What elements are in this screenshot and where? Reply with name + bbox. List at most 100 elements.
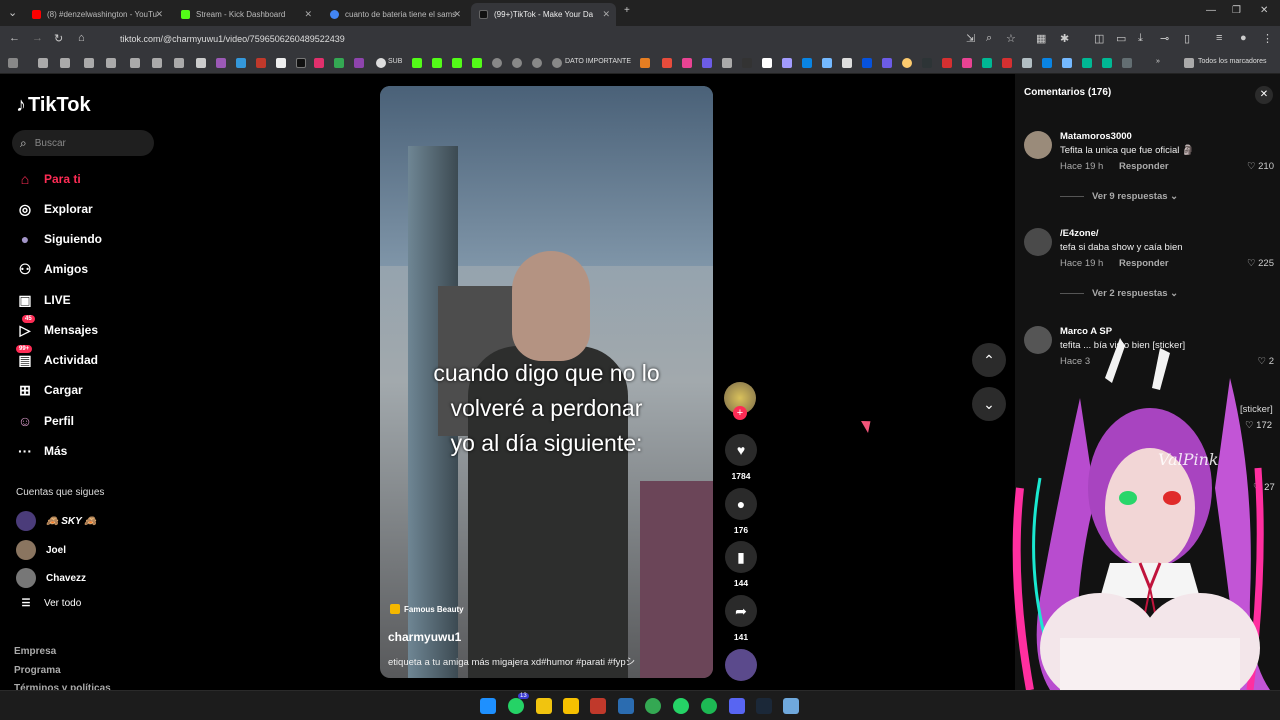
kick-bookmark-icon[interactable] <box>452 58 462 68</box>
folder-icon[interactable] <box>130 58 140 68</box>
tab-youtube[interactable]: (8) #denzelwashington - YouTu ✕ <box>24 3 169 26</box>
video-player[interactable]: cuando digo que no lo volveré a perdonar… <box>380 86 713 678</box>
folder-icon[interactable] <box>60 58 70 68</box>
tab-tiktok[interactable]: (99+)TikTok - Make Your Da ✕ <box>471 3 616 26</box>
drive-icon[interactable] <box>334 58 344 68</box>
minimize-icon[interactable]: — <box>1206 5 1216 16</box>
folder-icon[interactable] <box>1184 58 1194 68</box>
link-icon[interactable]: ⊸ <box>1160 32 1169 45</box>
nav-actividad[interactable]: ▤ 99+ Actividad <box>16 345 98 369</box>
discord-icon[interactable] <box>729 698 745 714</box>
bookmark-icon[interactable] <box>822 58 832 68</box>
folder-icon[interactable] <box>152 58 162 68</box>
bookmark-icon[interactable] <box>662 58 672 68</box>
forward-icon[interactable]: → <box>32 32 43 44</box>
url-field[interactable]: tiktok.com/@charmyuwu1/video/75965062604… <box>104 29 954 49</box>
save-action[interactable]: ▮ 144 <box>724 541 758 588</box>
extensions-icon[interactable]: ✱ <box>1060 32 1069 45</box>
chrome-icon[interactable] <box>645 698 661 714</box>
like-action[interactable]: ♥ 1784 <box>724 434 758 481</box>
notepad-icon[interactable] <box>783 698 799 714</box>
bookmark-icon[interactable] <box>552 58 562 68</box>
comment-action[interactable]: ● 176 <box>724 488 758 535</box>
bookmark-icon[interactable] <box>782 58 792 68</box>
sticky-notes-icon[interactable] <box>536 698 552 714</box>
media-icon[interactable]: ≡ <box>1216 32 1222 44</box>
whatsapp-icon[interactable] <box>673 698 689 714</box>
avatar[interactable] <box>1024 131 1052 159</box>
comment-like[interactable]: ♡ 225 <box>1247 258 1274 269</box>
close-tab-icon[interactable]: ✕ <box>304 9 312 20</box>
bookmark-icon[interactable] <box>902 58 912 68</box>
zoom-icon[interactable]: ⌕ <box>986 32 992 45</box>
spotify-icon[interactable] <box>701 698 717 714</box>
nav-amigos[interactable]: ⚇ Amigos <box>16 260 88 278</box>
bookmark-icon[interactable] <box>1002 58 1012 68</box>
sidepanel-icon[interactable]: ▯ <box>1184 32 1190 45</box>
download-icon[interactable]: ⤓ <box>1138 32 1143 45</box>
footer-programa[interactable]: Programa <box>14 665 61 676</box>
new-tab-icon[interactable]: + <box>624 5 630 16</box>
bookmark-sub[interactable]: SUB <box>388 58 402 65</box>
bookmark-icon[interactable] <box>862 58 872 68</box>
nav-mas[interactable]: ··· Más <box>16 442 67 460</box>
heart-icon[interactable]: ♥ <box>725 434 757 466</box>
bookmark-icon[interactable] <box>882 58 892 68</box>
bookmark-icon[interactable] <box>1102 58 1112 68</box>
extension3-icon[interactable]: ▭ <box>1116 32 1126 45</box>
comment-icon[interactable]: ● <box>725 488 757 520</box>
reply-button[interactable]: Responder <box>1119 161 1169 172</box>
bookmark-icon[interactable] <box>1082 58 1092 68</box>
bookmark-icon[interactable] <box>962 58 972 68</box>
bookmark-dato[interactable]: DATO IMPORTANTE <box>565 58 631 65</box>
bookmark-icon[interactable] <box>640 58 650 68</box>
share-action[interactable]: ➦ 141 <box>724 595 758 642</box>
see-all-following[interactable]: ☰ Ver todo <box>16 598 82 609</box>
footer-empresa[interactable]: Empresa <box>14 646 56 657</box>
bookmark-icon[interactable] <box>802 58 812 68</box>
video-username[interactable]: charmyuwu1 <box>388 630 461 644</box>
app-icon[interactable] <box>618 698 634 714</box>
whatsapp-taskbar-icon[interactable] <box>508 698 524 714</box>
bookmark-icon[interactable] <box>236 58 246 68</box>
share-icon[interactable]: ➦ <box>725 595 757 627</box>
bookmark-icon[interactable] <box>492 58 502 68</box>
comment-like[interactable]: ♡ 210 <box>1247 161 1274 172</box>
close-window-icon[interactable]: ✕ <box>1260 5 1268 16</box>
back-icon[interactable]: ← <box>9 32 20 44</box>
bookmark-icon[interactable] <box>512 58 522 68</box>
nav-siguiendo[interactable]: ● Siguiendo <box>16 230 102 248</box>
following-account[interactable]: 🙈 SKY 🙈 <box>16 511 97 531</box>
menu-icon[interactable]: ⋮ <box>1262 32 1273 45</box>
folder-icon[interactable] <box>106 58 116 68</box>
bookmark-icon[interactable] <box>1042 58 1052 68</box>
bookmark-icon[interactable] <box>922 58 932 68</box>
view-replies[interactable]: Ver 9 respuestas ⌄ <box>1060 191 1178 202</box>
close-tab-icon[interactable]: ✕ <box>602 9 610 20</box>
search-input[interactable]: ⌕ Buscar <box>12 130 154 156</box>
extension2-icon[interactable]: ◫ <box>1094 32 1104 45</box>
bookmark-icon[interactable] <box>682 58 692 68</box>
reload-icon[interactable]: ↻ <box>54 32 63 45</box>
kick-bookmark-icon[interactable] <box>432 58 442 68</box>
bookmark-icon[interactable] <box>982 58 992 68</box>
nav-mensajes[interactable]: ▷ 45 Mensajes <box>16 315 98 339</box>
close-tab-icon[interactable]: ✕ <box>453 9 461 20</box>
following-account[interactable]: Chavezz <box>16 568 86 588</box>
bookmark-icon[interactable] <box>702 58 712 68</box>
close-comments-icon[interactable]: ✕ <box>1255 86 1273 104</box>
nav-perfil[interactable]: ☺ Perfil <box>16 412 74 430</box>
bookmark-icon[interactable] <box>762 58 772 68</box>
file-explorer-icon[interactable] <box>563 698 579 714</box>
follow-plus-icon[interactable]: + <box>733 406 747 420</box>
bookmark-icon[interactable] <box>1062 58 1072 68</box>
tab-list-icon[interactable]: ⌄ <box>8 6 17 19</box>
bookmark-icon[interactable] <box>354 58 364 68</box>
instagram-icon[interactable] <box>314 58 324 68</box>
start-icon[interactable] <box>480 698 496 714</box>
bookmark-icon[interactable] <box>942 58 952 68</box>
bookmark-star-icon[interactable]: ☆ <box>1006 32 1016 45</box>
folder-icon[interactable] <box>84 58 94 68</box>
all-bookmarks[interactable]: Todos los marcadores <box>1198 58 1266 65</box>
folder-icon[interactable] <box>38 58 48 68</box>
